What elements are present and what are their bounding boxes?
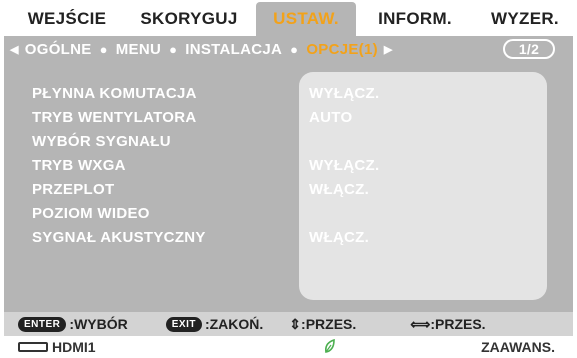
subtab-menu[interactable]: MENU [116,41,161,58]
setting-value: WŁĄCZ. [309,181,370,198]
hdmi-connector-icon [18,342,48,352]
help-leftright-text: ⟺:PRZES. [410,315,486,332]
tab-label: INFORM. [378,9,452,28]
tab-label: SKORYGUJ [140,9,238,28]
tab-wejscie[interactable]: WEJŚCIE [12,2,122,36]
exit-key-icon: EXIT [165,316,202,332]
tab-wyzer[interactable]: WYZER. [474,2,576,36]
setting-row-tryb-wentylatora[interactable]: TRYB WENTYLATORA AUTO [4,106,573,130]
setting-row-tryb-wxga[interactable]: TRYB WXGA WYŁĄCZ. [4,154,573,178]
help-enter: ENTER :WYBÓR [18,316,128,332]
setting-label: TRYB WENTYLATORA [32,109,197,126]
bullet-icon: ● [290,41,299,57]
subtab-opcje-1[interactable]: OPCJE(1) [306,41,378,58]
help-enter-text: :WYBÓR [69,316,128,332]
tab-label: WYZER. [491,9,559,28]
setting-value: AUTO [309,109,353,126]
page-indicator: 1/2 [503,39,555,59]
setting-value: WYŁĄCZ. [309,157,380,174]
setting-row-sygnal-akustyczny[interactable]: SYGNAŁ AKUSTYCZNY WŁĄCZ. [4,226,573,250]
triangle-left-icon[interactable]: ◀ [10,43,19,56]
setting-value: WYŁĄCZ. [309,85,380,102]
subtab-instalacja[interactable]: INSTALACJA [185,41,282,58]
tab-ustaw[interactable]: USTAW. [256,2,356,36]
eco-leaf-icon [325,339,335,353]
status-bar: HDMI1 ZAAWANS. [4,336,573,358]
help-leftright: ⟺:PRZES. [410,316,485,333]
source-name: HDMI1 [52,339,96,355]
setting-label: PRZEPLOT [32,181,115,198]
setting-row-przeplot[interactable]: PRZEPLOT WŁĄCZ. [4,178,573,202]
tab-label: WEJŚCIE [27,9,107,28]
subtab-ogolne[interactable]: OGÓLNE [25,41,92,58]
help-updown: ⇕:PRZES. [289,316,356,333]
tab-inform[interactable]: INFORM. [356,2,474,36]
tab-label: USTAW. [273,9,339,28]
setting-label: TRYB WXGA [32,157,126,174]
main-tab-bar: WEJŚCIE SKORYGUJ USTAW. INFORM. WYZER. [0,0,577,36]
enter-key-icon: ENTER [18,316,67,332]
help-bar: ENTER :WYBÓR EXIT :ZAKOŃ. ⇕:PRZES. ⟺:PRZ… [4,312,573,336]
setting-row-wybor-sygnalu[interactable]: WYBÓR SYGNAŁU [4,130,573,154]
settings-panel: PŁYNNA KOMUTACJA WYŁĄCZ. TRYB WENTYLATOR… [4,62,573,312]
tab-skoryguj[interactable]: SKORYGUJ [122,2,256,36]
setting-label: WYBÓR SYGNAŁU [32,133,171,150]
help-updown-text: ⇕:PRZES. [289,315,357,332]
bullet-icon: ● [99,41,108,57]
setting-row-poziom-wideo[interactable]: POZIOM WIDEO [4,202,573,226]
menu-mode-label: ZAAWANS. [481,339,555,355]
page-indicator-text: 1/2 [518,41,540,57]
projector-osd-menu: WEJŚCIE SKORYGUJ USTAW. INFORM. WYZER. ◀… [0,0,577,358]
help-exit-text: :ZAKOŃ. [204,316,264,332]
sub-tab-bar: ◀ OGÓLNE ● MENU ● INSTALACJA ● OPCJE(1) … [4,36,573,62]
setting-label: POZIOM WIDEO [32,205,150,222]
setting-label: PŁYNNA KOMUTACJA [32,85,197,102]
setting-label: SYGNAŁ AKUSTYCZNY [32,229,206,246]
setting-value: WŁĄCZ. [309,229,370,246]
help-exit: EXIT :ZAKOŃ. [165,316,264,332]
triangle-right-icon[interactable]: ▶ [384,43,393,56]
bullet-icon: ● [169,41,178,57]
setting-row-plynna-komutacja[interactable]: PŁYNNA KOMUTACJA WYŁĄCZ. [4,82,573,106]
